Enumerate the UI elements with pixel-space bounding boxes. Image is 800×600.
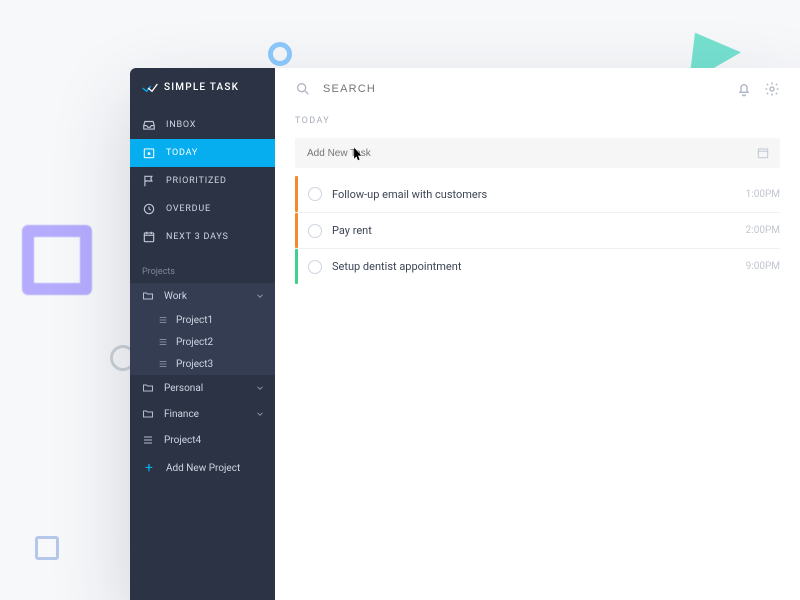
project-item-loose[interactable]: Project4: [130, 427, 275, 453]
folder-label: Personal: [164, 383, 203, 394]
sidebar-label: TODAY: [166, 148, 198, 158]
sidebar-item-overdue[interactable]: OVERDUE: [130, 195, 275, 223]
bg-square-small: [35, 536, 59, 560]
folder-label: Finance: [164, 409, 199, 420]
task-title: Pay rent: [332, 224, 746, 237]
sidebar-item-prioritized[interactable]: PRIORITIZED: [130, 167, 275, 195]
add-project-label: Add New Project: [166, 463, 240, 474]
add-task-row[interactable]: [295, 138, 780, 168]
task-accent: [295, 249, 298, 284]
task-title: Setup dentist appointment: [332, 260, 746, 273]
app-window: SIMPLE TASK INBOX TODAY PRIORITIZED OVER…: [130, 68, 800, 600]
sidebar-label: OVERDUE: [166, 204, 211, 214]
section-heading: TODAY: [295, 110, 780, 138]
task-title: Follow-up email with customers: [332, 188, 746, 201]
task-row[interactable]: Setup dentist appointment 9:00PM: [295, 248, 780, 284]
calendar-icon: [142, 230, 156, 244]
today-icon: [142, 146, 156, 160]
task-checkbox[interactable]: [308, 260, 322, 274]
chevron-down-icon: [255, 291, 265, 301]
content-area: TODAY Follow-up email with customers 1:0…: [275, 110, 800, 284]
date-picker-icon[interactable]: [756, 146, 770, 160]
sidebar-label: PRIORITIZED: [166, 176, 227, 186]
sidebar-item-next3days[interactable]: NEXT 3 DAYS: [130, 223, 275, 251]
task-time: 1:00PM: [746, 189, 780, 200]
notifications-button[interactable]: [736, 81, 752, 97]
task-time: 2:00PM: [746, 225, 780, 236]
search-icon: [295, 81, 311, 97]
add-project-button[interactable]: + Add New Project: [130, 453, 275, 483]
list-icon: [158, 315, 168, 325]
sidebar: SIMPLE TASK INBOX TODAY PRIORITIZED OVER…: [130, 68, 275, 600]
task-accent: [295, 176, 298, 212]
project-item[interactable]: Project3: [130, 353, 275, 375]
folder-finance[interactable]: Finance: [130, 401, 275, 427]
plus-icon: +: [142, 460, 156, 476]
flag-icon: [142, 174, 156, 188]
task-checkbox[interactable]: [308, 187, 322, 201]
add-task-input[interactable]: [307, 148, 768, 159]
project-label: Project3: [176, 359, 213, 370]
list-icon: [158, 359, 168, 369]
list-icon: [158, 337, 168, 347]
sidebar-item-inbox[interactable]: INBOX: [130, 111, 275, 139]
folder-icon: [142, 408, 154, 420]
chevron-down-icon: [255, 383, 265, 393]
sidebar-label: INBOX: [166, 120, 196, 130]
project-item[interactable]: Project2: [130, 331, 275, 353]
logo-icon: [142, 83, 158, 93]
logo-text: SIMPLE TASK: [164, 82, 239, 93]
task-checkbox[interactable]: [308, 224, 322, 238]
task-list: Follow-up email with customers 1:00PM Pa…: [295, 176, 780, 284]
projects-heading: Projects: [130, 251, 275, 283]
bg-square-purple: [22, 225, 92, 295]
cursor-icon: [353, 147, 363, 161]
chevron-down-icon: [255, 409, 265, 419]
sidebar-label: NEXT 3 DAYS: [166, 232, 229, 242]
clock-icon: [142, 202, 156, 216]
sidebar-item-today[interactable]: TODAY: [130, 139, 275, 167]
project-label: Project2: [176, 337, 213, 348]
topbar: [275, 68, 800, 110]
search-input[interactable]: [323, 83, 724, 95]
folder-work[interactable]: Work: [130, 283, 275, 309]
folder-personal[interactable]: Personal: [130, 375, 275, 401]
inbox-icon: [142, 118, 156, 132]
list-icon: [142, 434, 154, 446]
settings-button[interactable]: [764, 81, 780, 97]
task-row[interactable]: Follow-up email with customers 1:00PM: [295, 176, 780, 212]
project-item[interactable]: Project1: [130, 309, 275, 331]
folder-icon: [142, 290, 154, 302]
folder-icon: [142, 382, 154, 394]
task-time: 9:00PM: [746, 261, 780, 272]
main-panel: TODAY Follow-up email with customers 1:0…: [275, 68, 800, 600]
project-label: Project4: [164, 435, 201, 446]
task-accent: [295, 213, 298, 248]
project-label: Project1: [176, 315, 213, 326]
task-row[interactable]: Pay rent 2:00PM: [295, 212, 780, 248]
bg-circle-blue: [268, 42, 292, 66]
app-logo: SIMPLE TASK: [130, 68, 275, 111]
project-folder-work: Work Project1 Project2 Project3: [130, 283, 275, 375]
folder-label: Work: [164, 291, 187, 302]
